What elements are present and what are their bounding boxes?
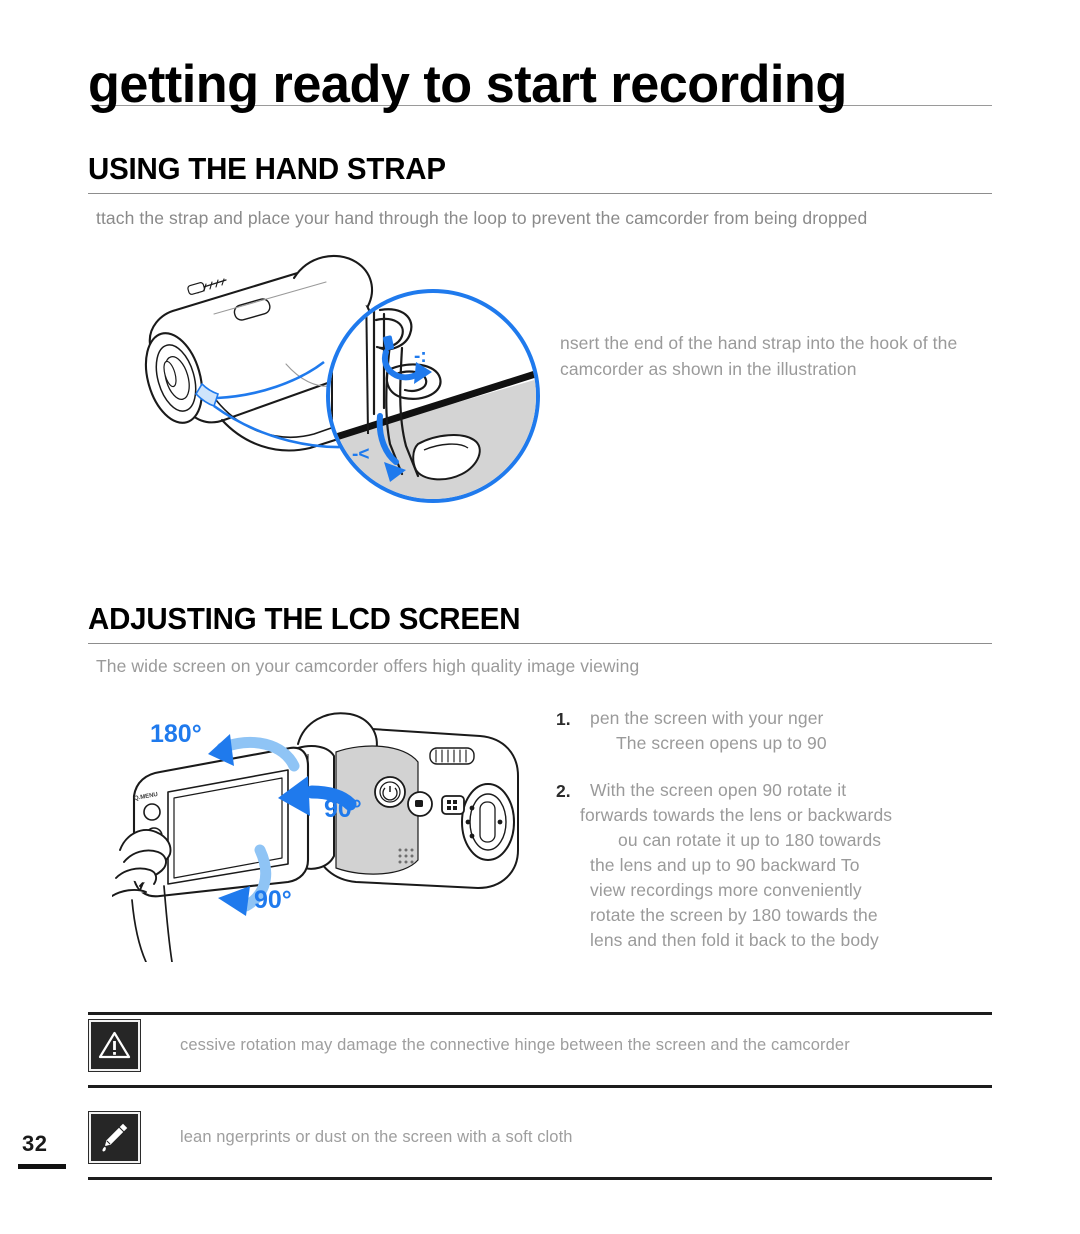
step-number: 2. <box>556 781 571 801</box>
notice-bottom-rule <box>88 1085 992 1088</box>
section-hand-strap-header: USING THE HAND STRAP <box>88 150 992 194</box>
magnifier-step-label-bottom: -< <box>352 444 370 465</box>
page-number-rule <box>18 1164 66 1169</box>
lcd-screen-rotation-illustration: 180° 90° 90° Q.MENU <box>111 700 542 963</box>
notice-bottom-rule <box>88 1177 992 1180</box>
page-number: 32 <box>22 1131 48 1156</box>
page-header: getting ready to start recording <box>0 48 1080 128</box>
list-item: 1. pen the screen with your nger The scr… <box>556 706 1006 756</box>
rotation-label-180: 180° <box>150 720 202 748</box>
magnifier-step-label-top: -: <box>414 346 427 367</box>
note-notice: lean ngerprints or dust on the screen wi… <box>88 1104 992 1180</box>
list-item: 2. With the screen open 90 rotate it for… <box>556 778 1006 953</box>
page-title: getting ready to start recording <box>88 55 847 114</box>
section-rule <box>88 643 992 644</box>
step-text: pen the screen with your nger The screen… <box>590 706 1006 756</box>
step-line: forwards towards the lens or backwards <box>580 805 893 825</box>
step-line: rotate the screen by 180 towards the <box>590 905 878 925</box>
section-lcd-header: ADJUSTING THE LCD SCREEN <box>88 600 992 644</box>
note-notice-text: lean ngerprints or dust on the screen wi… <box>180 1128 573 1146</box>
step-line: ou can rotate it up to 180 towards <box>618 830 882 850</box>
step-line: the lens and up to 90 backward To <box>590 855 860 875</box>
warning-notice-text: cessive rotation may damage the connecti… <box>180 1036 850 1054</box>
hand-strap-intro-text: ttach the strap and place your hand thro… <box>96 208 868 228</box>
step-text: With the screen open 90 rotate it forwar… <box>580 778 1006 953</box>
step-line: The screen opens up to 90 <box>616 733 827 753</box>
camcorder-hand-strap-illustration: -: -< <box>118 248 548 538</box>
step-line: pen the screen with your nger <box>590 708 824 728</box>
step-line: With the screen open 90 rotate it <box>590 780 847 800</box>
section-rule <box>88 193 992 194</box>
warning-triangle-icon <box>88 1018 141 1072</box>
step-line: view recordings more conveniently <box>590 880 862 900</box>
warning-notice: cessive rotation may damage the connecti… <box>88 1012 992 1088</box>
note-pen-icon <box>88 1110 141 1164</box>
hand-strap-callout-text: nsert the end of the hand strap into the… <box>560 333 958 379</box>
rotation-label-90-hinge: 90° <box>324 795 362 823</box>
lcd-steps-list: 1. pen the screen with your nger The scr… <box>556 706 1006 967</box>
step-number: 1. <box>556 709 571 729</box>
step-line: lens and then fold it back to the body <box>590 930 879 950</box>
lcd-intro-text: The wide screen on your camcorder offers… <box>96 656 640 676</box>
section-heading-lcd: ADJUSTING THE LCD SCREEN <box>88 601 521 636</box>
section-heading-hand-strap: USING THE HAND STRAP <box>88 151 446 186</box>
rotation-label-90-bottom: 90° <box>254 886 292 914</box>
